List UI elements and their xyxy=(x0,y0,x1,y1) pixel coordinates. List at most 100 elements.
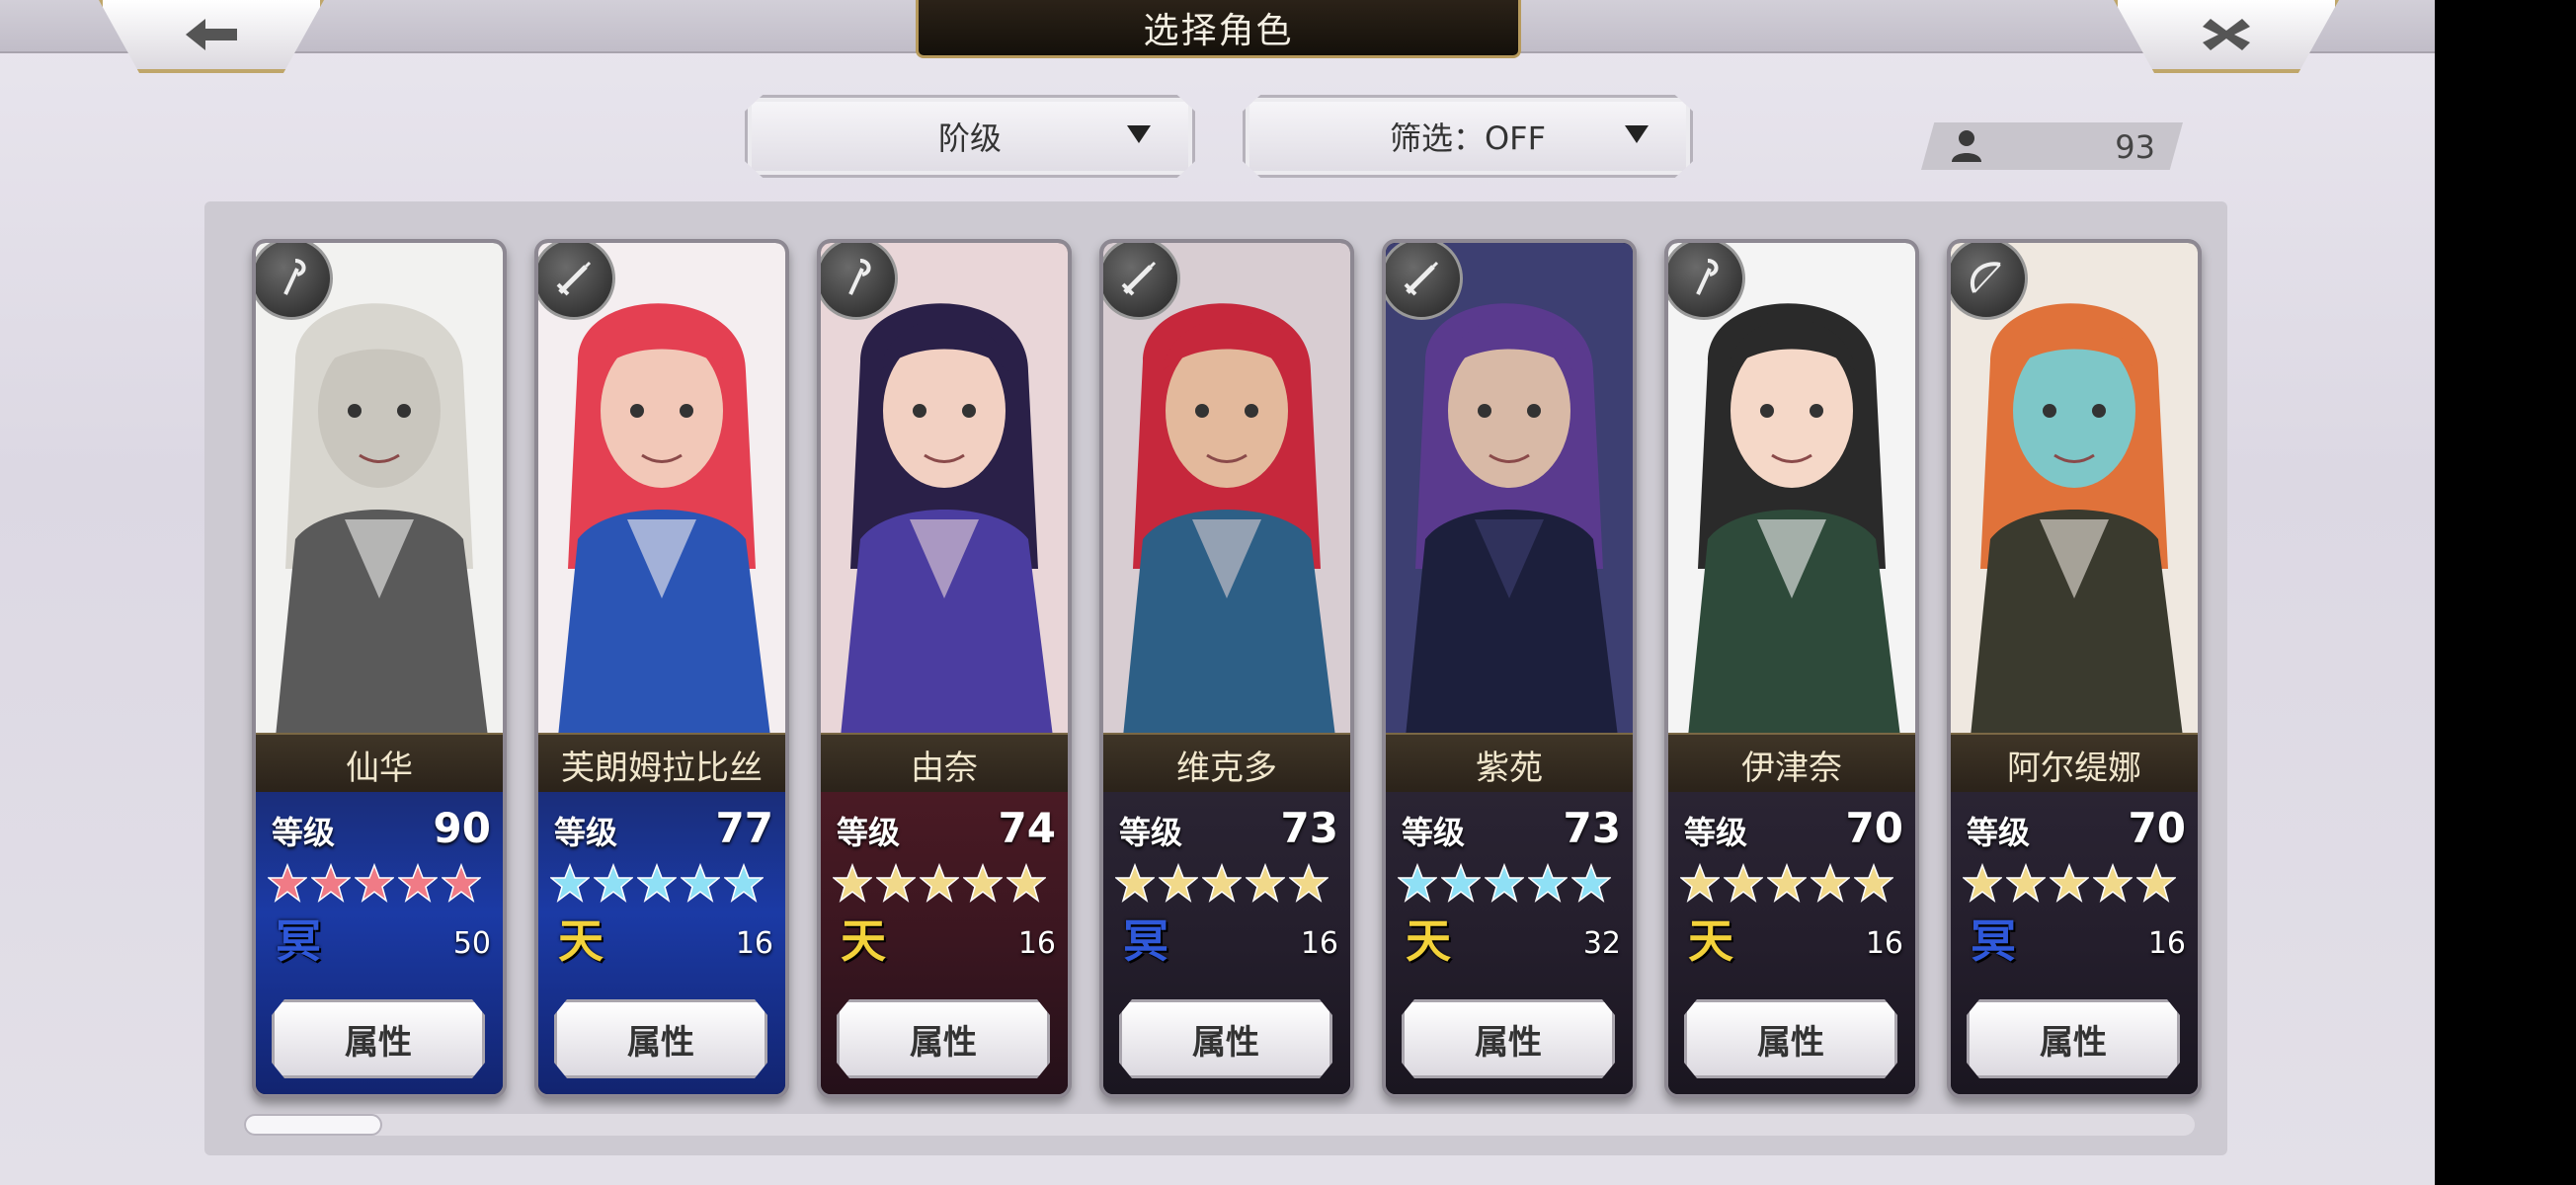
rarity-stars xyxy=(550,863,777,903)
staff-icon xyxy=(256,243,333,320)
star-icon xyxy=(311,863,351,903)
tier-count: 16 xyxy=(735,926,773,961)
tier-row: 天 16 xyxy=(554,912,773,970)
rarity-stars xyxy=(1963,863,2190,903)
star-icon xyxy=(963,863,1003,903)
level-label: 等级 xyxy=(272,814,336,851)
character-card[interactable]: 紫苑 等级 73 天 32 属性 xyxy=(1382,239,1637,1098)
level-row: 等级 73 xyxy=(1402,804,1621,853)
star-icon xyxy=(2093,863,2133,903)
level-value: 73 xyxy=(1563,804,1621,852)
star-icon xyxy=(1571,863,1611,903)
attributes-button[interactable]: 属性 xyxy=(1684,999,1897,1078)
horizontal-scrollbar[interactable] xyxy=(244,1114,2195,1136)
level-row: 等级 73 xyxy=(1119,804,1338,853)
star-icon xyxy=(1115,863,1155,903)
character-name: 紫苑 xyxy=(1386,733,1633,796)
star-icon xyxy=(1724,863,1763,903)
close-button[interactable] xyxy=(2114,0,2339,73)
back-button[interactable] xyxy=(99,0,324,73)
level-value: 90 xyxy=(433,804,491,852)
character-info: 等级 90 冥 50 属性 xyxy=(256,792,503,1094)
tier-icon: 冥 xyxy=(276,914,321,968)
star-icon xyxy=(2050,863,2089,903)
tier-count: 16 xyxy=(2147,926,2186,961)
tier-icon: 天 xyxy=(558,914,604,968)
level-value: 73 xyxy=(1280,804,1338,852)
star-icon xyxy=(1159,863,1198,903)
character-info: 等级 70 冥 16 属性 xyxy=(1951,792,2198,1094)
tier-row: 冥 16 xyxy=(1967,912,2186,970)
staff-icon xyxy=(1668,243,1745,320)
filter-dropdown[interactable]: 筛选：OFF xyxy=(1243,95,1693,178)
staff-icon xyxy=(821,243,898,320)
character-card[interactable]: 维克多 等级 73 冥 16 属性 xyxy=(1099,239,1354,1098)
character-info: 等级 73 天 32 属性 xyxy=(1386,792,1633,1094)
star-icon xyxy=(920,863,959,903)
character-card[interactable]: 仙华 等级 90 冥 50 属性 xyxy=(252,239,507,1098)
roster-count-value: 93 xyxy=(2115,128,2155,166)
level-row: 等级 90 xyxy=(272,804,491,853)
level-row: 等级 70 xyxy=(1967,804,2186,853)
attributes-button[interactable]: 属性 xyxy=(272,999,485,1078)
star-icon xyxy=(550,863,590,903)
character-card[interactable]: 伊津奈 等级 70 天 16 属性 xyxy=(1664,239,1919,1098)
star-icon xyxy=(1202,863,1242,903)
star-icon xyxy=(1441,863,1481,903)
game-screen: 选择角色 阶级 筛选：OFF 93 仙华 等级 90 冥 50 属性 芙朗姆拉比… xyxy=(0,0,2435,1185)
level-value: 70 xyxy=(1845,804,1903,852)
character-card[interactable]: 芙朗姆拉比丝 等级 77 天 16 属性 xyxy=(534,239,789,1098)
star-icon xyxy=(1289,863,1328,903)
tier-count: 16 xyxy=(1300,926,1338,961)
star-icon xyxy=(268,863,307,903)
scrollbar-thumb[interactable] xyxy=(244,1114,382,1136)
character-name: 仙华 xyxy=(256,733,503,796)
level-label: 等级 xyxy=(1119,814,1183,851)
character-info: 等级 74 天 16 属性 xyxy=(821,792,1068,1094)
character-name: 伊津奈 xyxy=(1668,733,1915,796)
character-name: 维克多 xyxy=(1103,733,1350,796)
character-info: 等级 73 冥 16 属性 xyxy=(1103,792,1350,1094)
sort-dropdown[interactable]: 阶级 xyxy=(745,95,1195,178)
star-icon xyxy=(1246,863,1285,903)
tier-icon: 天 xyxy=(1688,914,1733,968)
star-icon xyxy=(681,863,720,903)
level-row: 等级 74 xyxy=(837,804,1056,853)
chevron-down-icon xyxy=(1127,125,1151,143)
level-value: 74 xyxy=(998,804,1056,852)
star-icon xyxy=(1767,863,1807,903)
sword-icon xyxy=(1103,243,1180,320)
character-name: 阿尔缇娜 xyxy=(1951,733,2198,796)
filter-dropdown-label: 筛选：OFF xyxy=(1389,119,1546,157)
bow-icon xyxy=(1951,243,2028,320)
level-label: 等级 xyxy=(837,814,901,851)
character-info: 等级 77 天 16 属性 xyxy=(538,792,785,1094)
attributes-button[interactable]: 属性 xyxy=(1967,999,2180,1078)
star-icon xyxy=(1485,863,1524,903)
star-icon xyxy=(724,863,764,903)
star-icon xyxy=(442,863,481,903)
character-info: 等级 70 天 16 属性 xyxy=(1668,792,1915,1094)
tier-icon: 天 xyxy=(841,914,886,968)
star-icon xyxy=(1680,863,1720,903)
level-value: 70 xyxy=(2128,804,2186,852)
attributes-button[interactable]: 属性 xyxy=(1402,999,1615,1078)
star-icon xyxy=(833,863,872,903)
attributes-button[interactable]: 属性 xyxy=(1119,999,1332,1078)
tier-count: 16 xyxy=(1865,926,1903,961)
tier-row: 天 32 xyxy=(1402,912,1621,970)
person-icon xyxy=(1952,130,1981,162)
star-icon xyxy=(594,863,633,903)
close-icon xyxy=(2203,19,2250,50)
character-card[interactable]: 由奈 等级 74 天 16 属性 xyxy=(817,239,1072,1098)
attributes-button[interactable]: 属性 xyxy=(837,999,1050,1078)
rarity-stars xyxy=(1115,863,1342,903)
tier-row: 冥 50 xyxy=(272,912,491,970)
page-title: 选择角色 xyxy=(916,0,1521,58)
character-card[interactable]: 阿尔缇娜 等级 70 冥 16 属性 xyxy=(1947,239,2202,1098)
arrow-left-icon xyxy=(186,19,237,50)
rarity-stars xyxy=(1680,863,1907,903)
tier-icon: 冥 xyxy=(1971,914,2016,968)
star-icon xyxy=(2136,863,2176,903)
attributes-button[interactable]: 属性 xyxy=(554,999,767,1078)
